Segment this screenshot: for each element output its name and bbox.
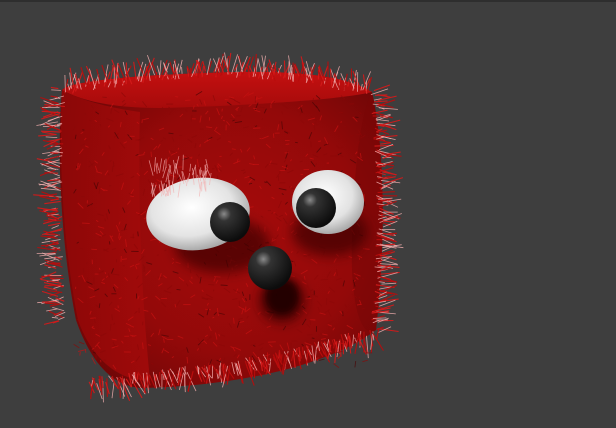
fur-strand <box>370 88 389 95</box>
fur-strand <box>38 134 57 137</box>
fur-strand <box>88 76 91 85</box>
fur-strand <box>111 381 115 399</box>
fur-texture-strand <box>315 163 317 166</box>
fur-strand <box>47 168 59 170</box>
fur-texture-strand <box>104 271 107 275</box>
fur-texture-strand <box>108 241 111 245</box>
fur-strand <box>383 232 397 235</box>
fur-strand <box>373 100 388 103</box>
fur-strand <box>43 286 58 291</box>
fur-strand <box>136 57 146 79</box>
fur-texture-strand <box>216 175 219 179</box>
fur-texture-strand <box>309 319 311 326</box>
fur-strand <box>41 252 60 261</box>
fur-strand <box>373 84 391 92</box>
fur-strand <box>181 67 183 74</box>
fur-strand <box>372 317 387 319</box>
fur-texture-strand <box>320 278 329 281</box>
fur-texture-strand <box>295 141 298 144</box>
render-canvas <box>33 52 404 403</box>
fur-strand <box>50 152 58 154</box>
fur-strand <box>51 89 61 91</box>
fur-texture-strand <box>307 333 313 336</box>
fur-strand <box>156 65 160 76</box>
fur-strand <box>44 172 58 174</box>
fur-strand <box>58 316 65 321</box>
fur-texture-strand <box>231 148 236 150</box>
fur-texture-strand <box>176 288 181 291</box>
fur-strand <box>380 142 391 145</box>
fur-texture-strand <box>150 151 152 158</box>
fur-texture-strand <box>79 351 81 356</box>
fur-texture-strand <box>362 359 368 363</box>
fur-strand <box>47 179 60 182</box>
fur-strand <box>49 277 64 280</box>
right-eye <box>292 170 364 234</box>
fur-strand <box>218 64 221 74</box>
fur-strand <box>382 220 395 223</box>
fur-texture-strand <box>333 363 340 369</box>
fur-texture-strand <box>318 358 325 361</box>
fur-texture-strand <box>273 212 276 214</box>
fur-strand <box>237 56 244 73</box>
fur-texture-strand <box>316 357 319 359</box>
fur-strand <box>51 225 59 229</box>
fur-texture-strand <box>112 161 115 167</box>
fur-texture-strand <box>299 100 302 109</box>
fur-strand <box>50 86 59 90</box>
fur-strand <box>372 332 384 351</box>
fur-strand <box>44 200 61 205</box>
fur-texture-strand <box>102 270 104 273</box>
fur-strand <box>42 131 57 136</box>
fur-texture-strand <box>208 283 215 286</box>
fur-texture-strand <box>337 354 342 360</box>
fur-texture-strand <box>137 231 139 237</box>
fur-texture-strand <box>311 337 315 339</box>
fur-strand <box>50 95 58 98</box>
fur-texture-strand <box>221 108 223 112</box>
fur-texture-strand <box>354 361 357 368</box>
fur-texture-strand <box>318 140 322 142</box>
render-viewport <box>0 0 616 428</box>
fur-texture-strand <box>73 343 80 349</box>
fur-texture-strand <box>220 284 228 286</box>
fur-strand <box>45 136 58 138</box>
fur-texture-strand <box>212 289 215 292</box>
fur-texture-strand <box>164 249 167 252</box>
fur-strand <box>101 376 104 389</box>
fur-texture-strand <box>222 119 226 122</box>
fur-strand <box>227 52 232 73</box>
fur-texture-strand <box>78 341 85 345</box>
fur-strand <box>51 316 59 319</box>
fur-strand <box>366 335 369 359</box>
fur-strand <box>376 328 380 340</box>
fur-texture-strand <box>141 119 143 124</box>
fur-texture-strand <box>175 95 178 98</box>
fur-strand <box>119 379 121 398</box>
fur-strand <box>49 303 60 307</box>
fur-strand <box>44 302 62 305</box>
fur-texture-strand <box>130 195 134 198</box>
fur-strand <box>64 74 66 93</box>
fur-texture-strand <box>272 133 275 139</box>
fur-texture-strand <box>214 276 221 278</box>
fur-strand <box>381 282 397 285</box>
fur-texture-strand <box>98 267 101 271</box>
fur-texture-strand <box>253 107 257 110</box>
fur-texture-strand <box>355 116 359 119</box>
right-pupil <box>296 188 336 228</box>
fur-strand <box>46 308 58 312</box>
fur-texture-strand <box>279 120 281 124</box>
fur-strand <box>47 289 63 293</box>
fur-strand <box>45 155 60 161</box>
left-pupil <box>210 202 250 242</box>
fur-texture-strand <box>77 349 86 352</box>
fur-texture-strand <box>199 144 201 148</box>
fur-strand <box>52 307 65 312</box>
fur-strand <box>43 233 55 236</box>
